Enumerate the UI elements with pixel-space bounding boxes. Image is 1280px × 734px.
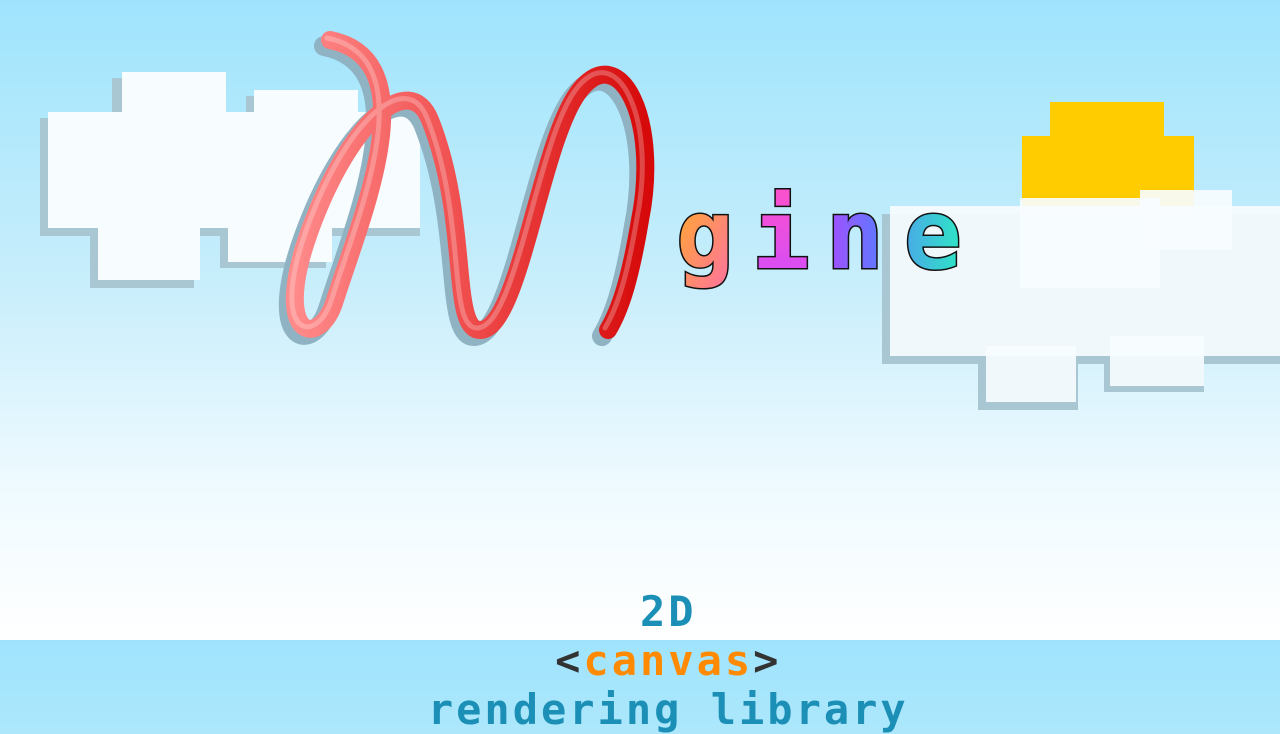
- tagline: 2D <canvas> rendering library: [0, 538, 1280, 734]
- tagline-bracket-close: >: [753, 636, 782, 685]
- logo-letter-g: g: [676, 179, 734, 291]
- logo-letter-i: i: [752, 179, 810, 291]
- tagline-2d: 2D: [640, 587, 697, 636]
- tagline-canvas: canvas: [583, 636, 754, 685]
- tagline-rest: rendering library: [427, 685, 909, 734]
- logo-letter-e: e: [904, 179, 962, 291]
- logo-letter-n: n: [826, 179, 884, 291]
- tagline-bracket-open: <: [555, 636, 584, 685]
